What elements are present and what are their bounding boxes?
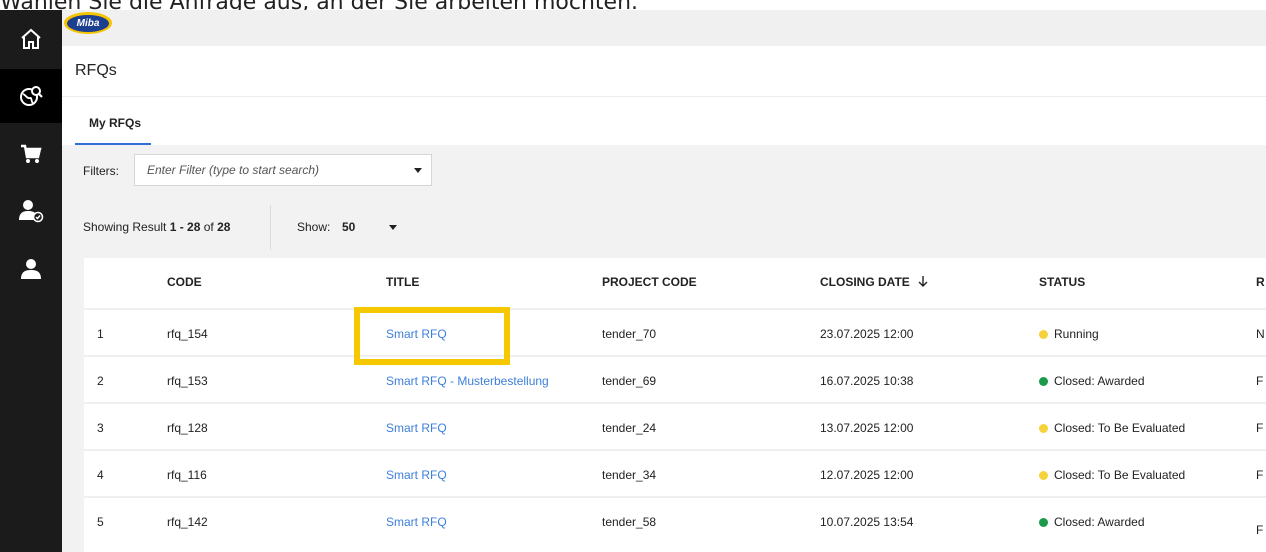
closing-date: 23.07.2025 12:00: [820, 327, 914, 341]
top-bar: Miba: [62, 10, 1266, 46]
rfq-table: CODE TITLE PROJECT CODE CLOSING DATE STA…: [84, 258, 1266, 552]
status-dot-icon: [1039, 330, 1048, 339]
table-row[interactable]: 3 rfq_128 Smart RFQ tender_24 13.07.2025…: [84, 402, 1266, 451]
extra-cell: N: [1256, 327, 1265, 341]
status-text: Closed: To Be Evaluated: [1054, 468, 1186, 482]
column-header-extra[interactable]: R: [1256, 275, 1265, 289]
rfq-code: rfq_142: [167, 515, 208, 529]
sidebar-item-sourcing[interactable]: [0, 69, 62, 123]
extra-cell: F: [1256, 468, 1264, 482]
row-index: 3: [97, 421, 104, 435]
sidebar: [0, 10, 62, 552]
globe-search-icon: [20, 86, 43, 106]
results-of: of: [200, 220, 218, 234]
project-code: tender_24: [602, 421, 657, 435]
filter-input[interactable]: [145, 162, 389, 178]
row-index: 5: [97, 515, 104, 529]
table-header: CODE TITLE PROJECT CODE CLOSING DATE STA…: [84, 258, 1266, 306]
miba-logo: Miba: [64, 12, 112, 34]
rfq-code: rfq_153: [167, 374, 208, 388]
status-badge: Closed: Awarded: [1039, 515, 1145, 529]
arrow-down-icon: [918, 276, 928, 287]
main-content: Miba RFQs My RFQs Filters: Showing Resul…: [62, 10, 1266, 552]
column-header-title[interactable]: TITLE: [386, 275, 419, 289]
column-header-project-code[interactable]: PROJECT CODE: [602, 275, 697, 289]
column-header-status[interactable]: STATUS: [1039, 275, 1085, 289]
home-icon: [21, 28, 41, 49]
closing-date: 10.07.2025 13:54: [820, 515, 914, 529]
chevron-down-icon[interactable]: [414, 168, 422, 173]
status-badge: Running: [1039, 327, 1099, 341]
rfq-code: rfq_154: [167, 327, 208, 341]
results-range: 1 - 28: [169, 220, 201, 234]
table-row[interactable]: 4 rfq_116 Smart RFQ tender_34 12.07.2025…: [84, 449, 1266, 498]
row-index: 2: [97, 374, 104, 388]
page-header: RFQs: [62, 46, 1266, 97]
rfq-code: rfq_128: [167, 421, 208, 435]
project-code: tender_34: [602, 468, 657, 482]
status-text: Closed: Awarded: [1054, 374, 1145, 388]
rfq-title-link[interactable]: Smart RFQ - Musterbestellung: [386, 374, 549, 388]
sidebar-item-suppliers[interactable]: [0, 184, 62, 238]
filters-bar: Filters:: [62, 145, 1266, 197]
filter-field[interactable]: [134, 154, 432, 186]
rfq-title-link[interactable]: Smart RFQ: [386, 421, 447, 435]
closing-date: 12.07.2025 12:00: [820, 468, 914, 482]
status-dot-icon: [1039, 518, 1048, 527]
status-text: Closed: To Be Evaluated: [1054, 421, 1186, 435]
user-check-icon: [19, 200, 44, 223]
project-code: tender_70: [602, 327, 657, 341]
results-total: 28: [217, 220, 231, 234]
extra-cell: F: [1256, 523, 1264, 537]
user-icon: [21, 259, 41, 279]
show-label: Show:: [297, 220, 331, 234]
status-text: Closed: Awarded: [1054, 515, 1145, 529]
results-prefix: Showing Result: [83, 220, 170, 234]
row-index: 1: [97, 327, 104, 341]
closing-date: 13.07.2025 12:00: [820, 421, 914, 435]
status-dot-icon: [1039, 471, 1048, 480]
table-row[interactable]: 1 rfq_154 Smart RFQ tender_70 23.07.2025…: [84, 308, 1266, 357]
column-header-closing-date[interactable]: CLOSING DATE: [820, 275, 929, 289]
tab-my-rfqs[interactable]: My RFQs: [75, 97, 151, 145]
filters-label: Filters:: [83, 164, 119, 178]
status-text: Running: [1054, 327, 1099, 341]
sidebar-item-profile[interactable]: [0, 242, 62, 296]
app-window: Miba RFQs My RFQs Filters: Showing Resul…: [0, 10, 1266, 552]
cart-icon: [21, 144, 42, 163]
status-badge: Closed: To Be Evaluated: [1039, 421, 1185, 435]
page-title: RFQs: [75, 62, 117, 79]
extra-cell: F: [1256, 421, 1264, 435]
page-size-select[interactable]: 50: [342, 220, 355, 234]
project-code: tender_58: [602, 515, 657, 529]
sidebar-item-home[interactable]: [0, 12, 62, 66]
table-row[interactable]: 5 rfq_142 Smart RFQ tender_58 10.07.2025…: [84, 496, 1266, 545]
table-row[interactable]: 2 rfq_153 Smart RFQ - Musterbestellung t…: [84, 355, 1266, 404]
results-summary: Showing Result 1 - 28 of 28: [83, 220, 230, 234]
rfq-title-link[interactable]: Smart RFQ: [386, 515, 447, 529]
chevron-down-icon[interactable]: [389, 225, 397, 230]
rfq-code: rfq_116: [167, 468, 207, 482]
rfq-title-link[interactable]: Smart RFQ: [386, 327, 447, 341]
closing-date-label: CLOSING DATE: [820, 275, 910, 289]
extra-cell: F: [1256, 374, 1264, 388]
status-badge: Closed: Awarded: [1039, 374, 1145, 388]
status-badge: Closed: To Be Evaluated: [1039, 468, 1185, 482]
logo-text: Miba: [67, 14, 109, 32]
tab-bar: My RFQs: [62, 97, 1266, 145]
divider: [270, 205, 271, 250]
results-bar: Showing Result 1 - 28 of 28 Show: 50: [62, 202, 1266, 252]
rfq-title-link[interactable]: Smart RFQ: [386, 468, 447, 482]
status-dot-icon: [1039, 377, 1048, 386]
closing-date: 16.07.2025 10:38: [820, 374, 914, 388]
sidebar-item-cart[interactable]: [0, 127, 62, 181]
row-index: 4: [97, 468, 104, 482]
column-header-code[interactable]: CODE: [167, 275, 202, 289]
status-dot-icon: [1039, 424, 1048, 433]
project-code: tender_69: [602, 374, 657, 388]
